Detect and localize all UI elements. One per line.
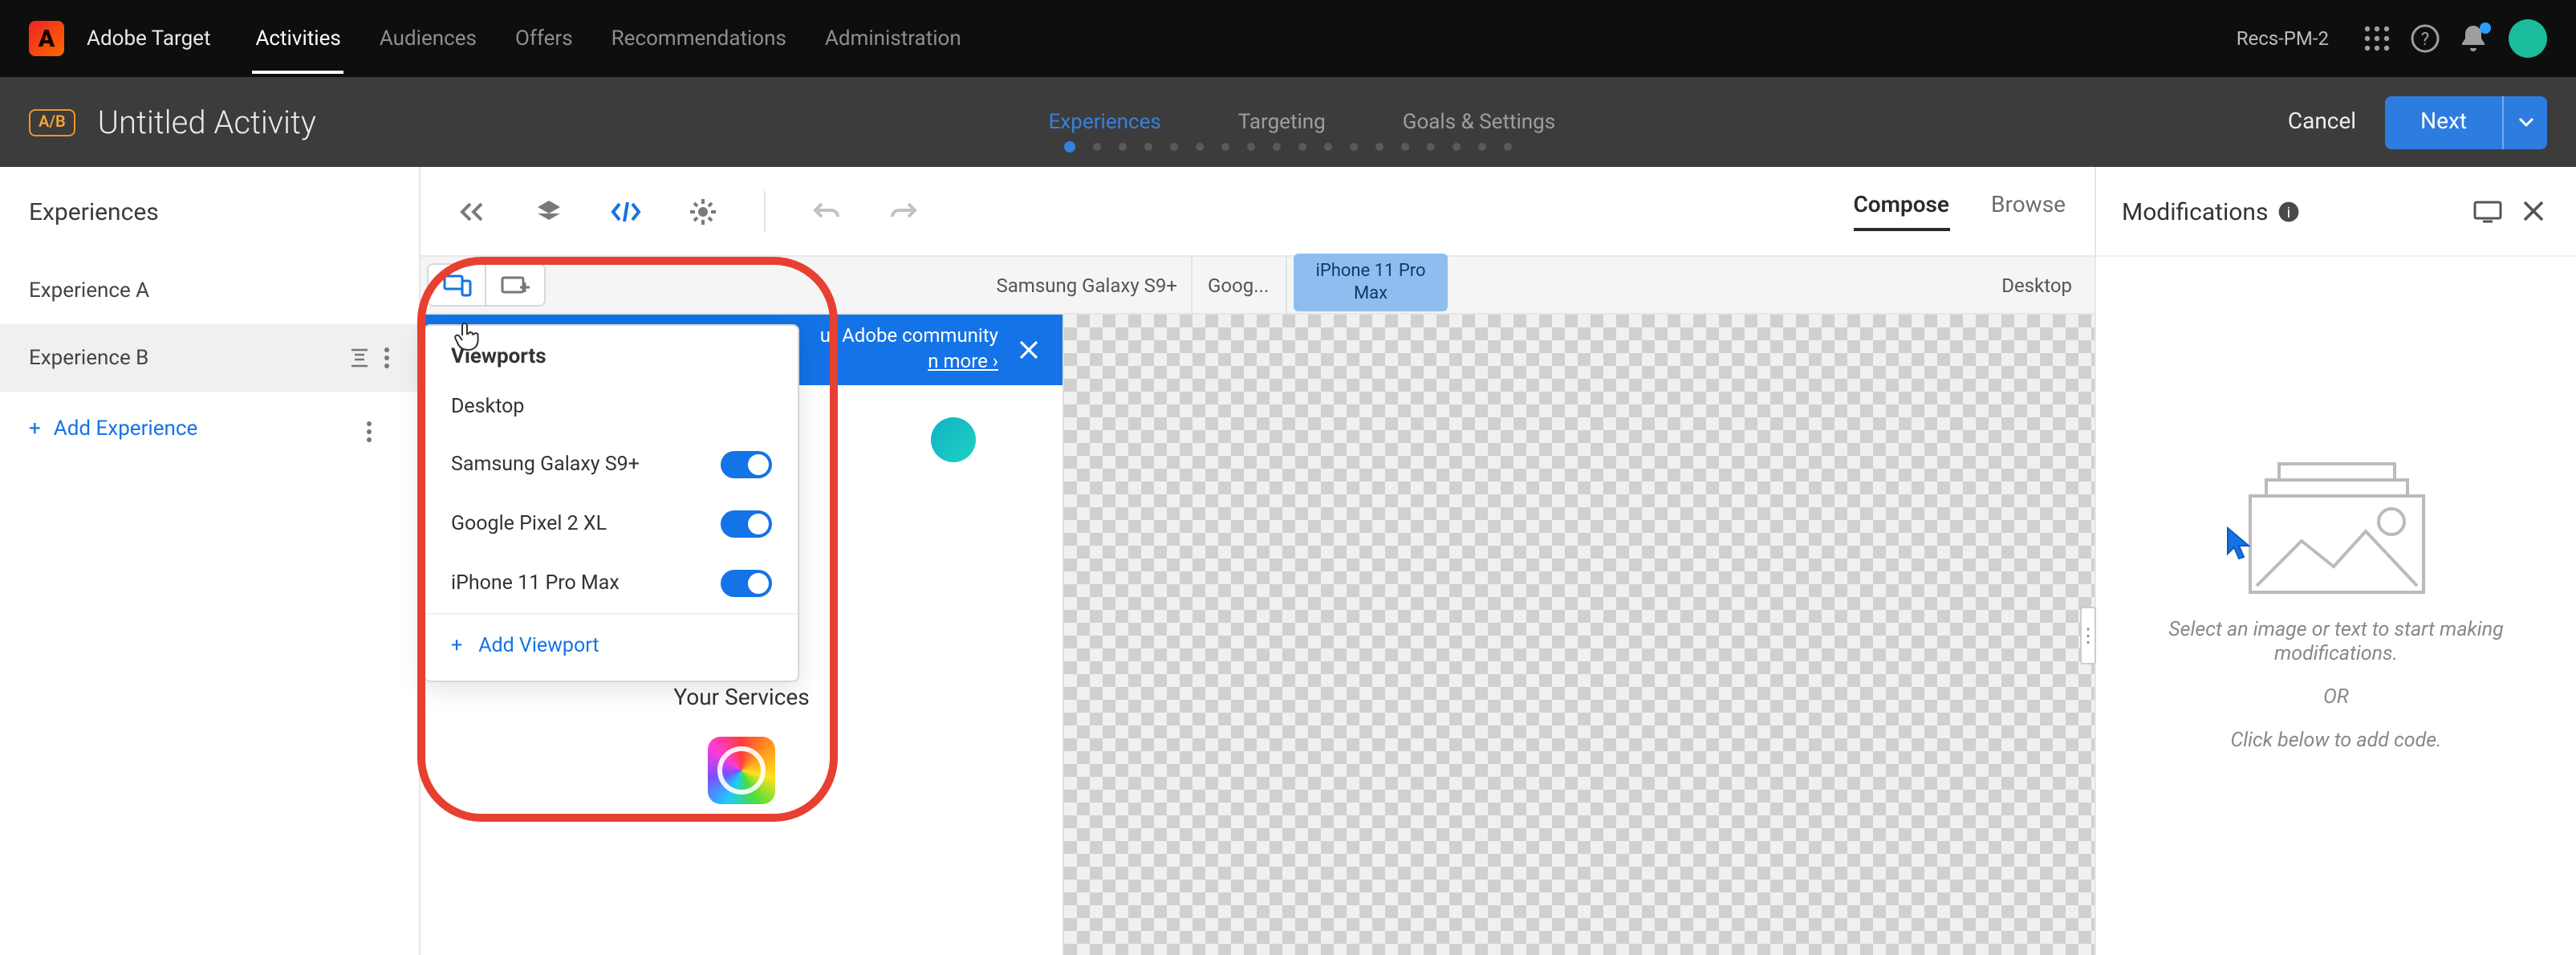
mods-hint-2: Click below to add code. (2230, 728, 2441, 752)
image-placeholder-icon (2240, 460, 2432, 598)
modifications-panel: Modifications i (2095, 167, 2576, 955)
viewport-desktop-label[interactable]: Desktop (1979, 257, 2095, 313)
cancel-button[interactable]: Cancel (2288, 109, 2356, 135)
modifications-empty-state: Select an image or text to start making … (2096, 257, 2576, 955)
sidebar-item-experience-b[interactable]: Experience B (0, 324, 419, 392)
notifications-icon[interactable] (2451, 16, 2496, 61)
resize-handle[interactable] (2080, 606, 2096, 664)
nav-audiences[interactable]: Audiences (380, 26, 477, 73)
adobe-logo-icon: A (29, 21, 64, 56)
banner-learn-more-link[interactable]: n more › (928, 350, 998, 372)
desktop-view-icon[interactable] (2470, 193, 2505, 229)
viewport-tabs: Samsung Galaxy S9+ Goog... … iPhone 11 P… (552, 257, 1979, 313)
plus-icon: + (29, 417, 41, 441)
nav-administration[interactable]: Administration (825, 26, 961, 73)
experience-label: Experience B (29, 346, 148, 370)
editor-mode-tabs: Compose Browse (1853, 192, 2066, 230)
next-button[interactable]: Next (2385, 96, 2502, 148)
settings-gear-icon[interactable] (681, 189, 725, 234)
next-dropdown-button[interactable] (2502, 96, 2547, 148)
viewport-row-iphone[interactable]: iPhone 11 Pro Max (425, 554, 798, 613)
viewports-popover: Viewports Desktop Samsung Galaxy S9+ Goo… (424, 324, 799, 682)
stepper-dots (1063, 141, 1513, 152)
workflow-stepper: Experiences Targeting Goals & Settings (316, 110, 2288, 134)
help-icon[interactable]: ? (2403, 16, 2448, 61)
close-icon[interactable] (2515, 193, 2550, 229)
mods-hint-or: OR (2323, 685, 2349, 709)
experience-label: Experience A (29, 278, 149, 303)
cursor-arrow-icon (2224, 524, 2253, 559)
tab-compose[interactable]: Compose (1853, 192, 1949, 230)
undo-icon[interactable] (804, 189, 849, 234)
more-icon[interactable] (384, 347, 390, 369)
toggle-switch[interactable] (721, 510, 772, 538)
top-nav: A Adobe Target Activities Audiences Offe… (0, 0, 2576, 77)
mods-hint-1: Select an image or text to start making … (2135, 617, 2537, 665)
account-label: Recs-PM-2 (2237, 27, 2329, 50)
nav-recommendations[interactable]: Recommendations (611, 26, 786, 73)
cursor-hand-icon (453, 321, 481, 353)
editor-toolbar: Compose Browse (421, 167, 2095, 257)
tab-browse[interactable]: Browse (1991, 192, 2066, 230)
add-experience-button[interactable]: + Add Experience (0, 392, 419, 467)
plus-icon: + (451, 634, 462, 658)
nav-offers[interactable]: Offers (515, 26, 573, 73)
toggle-switch[interactable] (721, 570, 772, 597)
code-icon[interactable] (603, 189, 648, 234)
avatar-icon (931, 417, 976, 462)
activity-type-badge: A/B (29, 108, 75, 136)
nav-activities[interactable]: Activities (255, 26, 340, 73)
activity-header: A/B Untitled Activity Experiences Target… (0, 77, 2576, 167)
rename-icon[interactable] (348, 347, 371, 369)
viewport-tab-samsung[interactable]: Samsung Galaxy S9+ (552, 257, 1192, 313)
viewport-tab-google[interactable]: Goog... (1192, 257, 1286, 313)
activity-title[interactable]: Untitled Activity (98, 103, 316, 141)
svg-text:?: ? (2421, 30, 2429, 50)
svg-text:i: i (2287, 204, 2290, 221)
layers-icon[interactable] (526, 189, 571, 234)
step-targeting[interactable]: Targeting (1238, 110, 1326, 134)
viewport-row-desktop[interactable]: Desktop (425, 379, 798, 435)
modifications-title: Modifications (2122, 197, 2268, 226)
collapse-panel-icon[interactable] (449, 189, 494, 234)
viewport-chip-iphone[interactable]: iPhone 11 Pro Max (1294, 254, 1448, 311)
editor-center: Compose Browse Samsung Galaxy S9+ Goog..… (421, 167, 2095, 955)
viewport-bar: Samsung Galaxy S9+ Goog... … iPhone 11 P… (421, 257, 2095, 315)
redo-icon[interactable] (881, 189, 926, 234)
product-name: Adobe Target (87, 26, 210, 51)
sidebar-item-experience-a[interactable]: Experience A (0, 257, 419, 324)
devices-icon[interactable] (429, 265, 486, 305)
apps-grid-icon[interactable] (2355, 16, 2399, 61)
creative-cloud-icon[interactable] (708, 737, 775, 804)
close-icon[interactable] (1014, 335, 1043, 364)
banner-text: ur Adobe community (820, 325, 998, 350)
add-device-icon[interactable] (486, 265, 544, 305)
step-experiences[interactable]: Experiences (1049, 110, 1161, 134)
experience-more-icon[interactable] (366, 421, 372, 443)
add-viewport-button[interactable]: + Add Viewport (425, 613, 798, 681)
viewport-buttons (427, 263, 546, 307)
info-icon[interactable]: i (2277, 200, 2300, 222)
step-goals[interactable]: Goals & Settings (1403, 110, 1555, 134)
avatar[interactable] (2509, 19, 2547, 58)
toggle-switch[interactable] (721, 451, 772, 478)
experiences-heading: Experiences (29, 197, 159, 226)
experiences-sidebar: Experiences Experience A Experience B (0, 167, 421, 955)
viewport-row-samsung[interactable]: Samsung Galaxy S9+ (425, 435, 798, 494)
empty-canvas (1062, 315, 2095, 955)
viewport-row-google[interactable]: Google Pixel 2 XL (425, 494, 798, 554)
notification-dot-icon (2480, 22, 2491, 34)
your-services-heading: Your Services (449, 685, 1034, 711)
